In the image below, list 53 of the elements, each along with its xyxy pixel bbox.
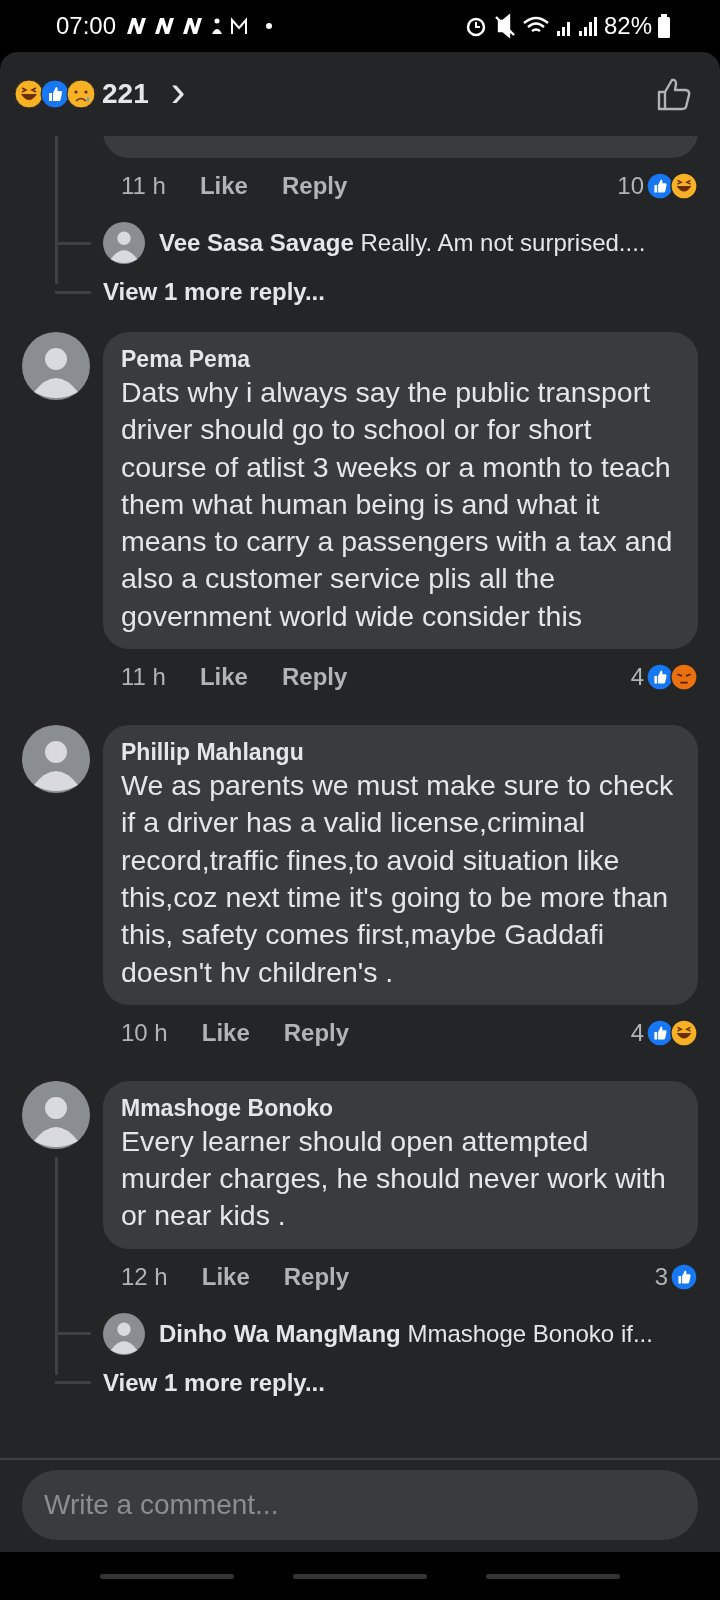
sad-reaction-icon [66,79,96,109]
avatar[interactable] [22,332,90,400]
like-reaction-icon [646,1018,674,1047]
commenter-name[interactable]: Mmashoge Bonoko [121,1092,678,1123]
nav-handle[interactable] [293,1573,427,1579]
comment-text: Every learner should open attempted murder charges, he should never work with or near kids . [121,1123,667,1234]
mute-icon [493,13,516,39]
reply-preview[interactable]: Vee Sasa Savage Really. Am not surprised.... [159,229,646,257]
status-time: 07:00 [56,12,117,40]
haha-reaction-icon [670,172,698,200]
battery-percent: 82% [603,12,652,40]
reaction-count: 4 [630,1018,644,1047]
comment-time: 11 h [121,663,166,692]
avatar[interactable] [103,1312,145,1355]
view-more-replies-link[interactable]: View 1 more reply... [103,1368,325,1397]
reply-link[interactable]: Reply [281,663,348,692]
chevron[interactable]: › [170,69,186,113]
avatar[interactable] [22,1080,90,1149]
haha-reaction-icon [14,79,44,109]
like-link[interactable]: Like [199,663,248,692]
reaction-count: 3 [654,1262,668,1291]
reply-link[interactable]: Reply [281,172,348,200]
haha-reaction-icon [670,1018,698,1047]
like-link[interactable]: Like [199,172,248,200]
comment-time: 11 h [121,172,166,200]
comment-time: 10 h [121,1018,168,1047]
battery-icon [658,14,670,38]
like-reaction-icon [670,1262,698,1291]
comment-input[interactable]: Write a comment... [22,1470,698,1540]
avatar[interactable] [22,725,90,794]
view-more-replies-link[interactable]: View 1 more reply... [103,278,325,306]
like-reaction-icon [646,663,674,692]
commenter-name[interactable]: Phillip Mahlangu [121,737,678,768]
reply-link[interactable]: Reply [283,1262,350,1291]
reaction-count: 10 [617,172,644,200]
angry-reaction-icon [670,663,698,692]
reply-link[interactable]: Reply [283,1018,350,1047]
like-icon[interactable] [656,76,692,112]
like-link[interactable]: Like [201,1018,250,1047]
comment-text: We as parents we must make sure to check if a driver has a valid license,criminal record,traffic fines,to avoid situation like this,coz next time it's going to be more than this, safety comes first,maybe Gaddafi doesn't hv children's . [121,768,675,990]
nav-handle[interactable] [486,1573,621,1579]
comment-time: 12 h [121,1262,168,1291]
comment-text: Dats why i always say the public transport driver should go to school or for short course of atlist 3 weeks or a month to teach them what human being is and what it means to carry a passengers with a tax and also a customer service plis all the government world wide consider this [121,375,674,634]
reply-preview[interactable]: Dinho Wa MangMang Mmashoge Bonoko if... [159,1319,653,1348]
reaction-count[interactable]: 221 [102,78,149,110]
nav-handle[interactable] [99,1573,234,1579]
avatar[interactable] [103,222,145,264]
like-reaction-icon [40,79,70,109]
like-reaction-icon [646,172,674,200]
notification-dot [266,23,273,29]
like-link[interactable]: Like [201,1262,250,1291]
commenter-name[interactable]: Pema Pema [121,344,678,374]
reaction-count: 4 [630,663,644,692]
